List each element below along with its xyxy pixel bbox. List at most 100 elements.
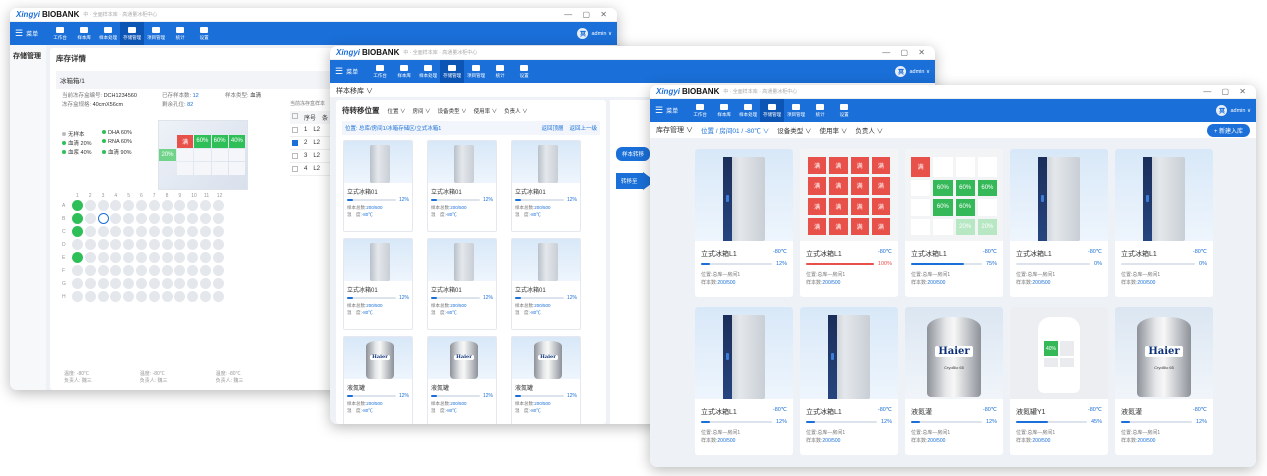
well[interactable] — [174, 239, 186, 250]
well[interactable] — [72, 265, 83, 276]
device-card[interactable]: 立式冰箱L1 -80℃ 0% 位置:总库—房间1 样本数:200/500 — [1010, 149, 1108, 297]
well[interactable] — [136, 200, 147, 211]
device-card[interactable]: Haier CryoBio 65 液氮灌 -80℃ 12% 位置:总库—房间1 样本数:20… — [1115, 307, 1213, 455]
nav-item-4[interactable]: 项目管理 — [784, 99, 808, 122]
filter-dropdown[interactable]: 使用率 ∨ — [820, 125, 848, 135]
shelf-cell[interactable] — [933, 157, 953, 177]
well[interactable] — [200, 226, 211, 237]
device-card[interactable]: Haier CryoBio 65 液氮灌 -80℃ 12% 位置:总库—房间1 样本数:20… — [905, 307, 1003, 455]
well[interactable] — [97, 291, 109, 302]
shelf-cell[interactable] — [977, 157, 997, 177]
well[interactable] — [148, 265, 160, 276]
shelf-cell[interactable]: 60% — [955, 179, 975, 196]
well[interactable] — [110, 200, 122, 211]
shelf-cell-full[interactable]: 满 — [850, 197, 869, 215]
well[interactable] — [110, 265, 122, 276]
filter-dropdown[interactable]: 设备类型 ∨ — [438, 107, 467, 115]
user-menu[interactable]: 冥 admin ∨ — [577, 28, 612, 39]
well[interactable] — [97, 265, 109, 276]
shelf-cell-full[interactable]: 满 — [808, 217, 827, 235]
shelf-cell[interactable] — [977, 199, 997, 216]
box-cell-filled[interactable]: 满 — [177, 135, 194, 148]
well[interactable] — [212, 200, 224, 211]
window-controls[interactable]: — ▢ ✕ — [564, 10, 611, 19]
device-card[interactable]: 立式冰箱L1 -80℃ 12% 位置:总库—房间1 样本数:200/500 — [695, 307, 793, 455]
shelf-cell-full[interactable]: 满 — [850, 177, 869, 195]
well[interactable] — [123, 239, 135, 250]
back-up-link[interactable]: 返回上一级 — [569, 126, 597, 132]
bottle-cell[interactable]: 40% — [1044, 341, 1058, 356]
well[interactable] — [84, 200, 96, 211]
menu-button[interactable]: ☰ 菜单 — [655, 105, 678, 116]
well[interactable] — [161, 291, 173, 302]
box-cell[interactable] — [228, 162, 245, 175]
shelf-cell-full[interactable]: 满 — [850, 157, 869, 175]
well[interactable] — [84, 291, 96, 302]
sidebar-item-storage[interactable]: 存储管理 — [10, 45, 46, 67]
bottle-cell[interactable] — [1060, 358, 1074, 367]
shelf-cell[interactable]: 20% — [977, 218, 997, 235]
shelf-cell[interactable] — [955, 157, 975, 177]
device-card[interactable]: Haier 液氮罐 12% 样本总数:200/500 温 度:-80℃ — [427, 336, 497, 424]
well[interactable] — [136, 265, 147, 276]
nav-item-2[interactable]: 样本处理 — [416, 60, 440, 83]
nav-item-3[interactable]: 存储管理 — [120, 22, 145, 45]
new-stock-button[interactable]: + 新建入库 — [1206, 123, 1250, 137]
well[interactable] — [97, 200, 109, 211]
well[interactable] — [200, 200, 211, 211]
nav-item-0[interactable]: 工作台 — [48, 22, 72, 45]
window-controls[interactable]: — ▢ ✕ — [882, 48, 929, 57]
nav-item-0[interactable]: 工作台 — [368, 60, 392, 83]
nav-item-4[interactable]: 项目管理 — [464, 60, 488, 83]
well[interactable] — [187, 200, 199, 211]
well[interactable] — [174, 200, 186, 211]
well[interactable] — [123, 213, 135, 224]
nav-item-4[interactable]: 项目管理 — [144, 22, 168, 45]
well[interactable] — [187, 226, 199, 237]
shelf-cell[interactable]: 60% — [955, 199, 975, 216]
well[interactable] — [148, 278, 160, 289]
box-cell[interactable] — [228, 148, 245, 162]
filter-dropdown[interactable]: 使用率 ∨ — [474, 107, 498, 115]
well[interactable] — [161, 265, 173, 276]
checkbox[interactable] — [292, 140, 298, 146]
nav-item-1[interactable]: 样本库 — [392, 60, 416, 83]
well[interactable] — [187, 265, 199, 276]
well[interactable] — [72, 213, 83, 224]
checkbox[interactable] — [292, 113, 298, 119]
shelf-cell-full[interactable]: 满 — [808, 177, 827, 195]
well[interactable] — [72, 200, 83, 211]
well[interactable] — [161, 278, 173, 289]
well[interactable] — [97, 213, 109, 224]
well[interactable] — [161, 252, 173, 263]
shelf-cell[interactable] — [911, 218, 931, 235]
device-card[interactable]: 立式冰箱L1 -80℃ 12% 位置:总库—房间1 样本数:200/500 — [695, 149, 793, 297]
well[interactable] — [148, 200, 160, 211]
well[interactable] — [200, 265, 211, 276]
well[interactable] — [200, 213, 211, 224]
well[interactable] — [123, 291, 135, 302]
shelf-cell-full[interactable]: 满 — [829, 217, 848, 235]
well[interactable] — [72, 291, 83, 302]
well[interactable] — [148, 213, 160, 224]
well[interactable] — [174, 291, 186, 302]
device-card[interactable]: 立式冰箱L1 -80℃ 12% 位置:总库—房间1 样本数:200/500 — [800, 307, 898, 455]
well[interactable] — [72, 226, 83, 237]
shelf-cell[interactable]: 60% — [933, 179, 953, 196]
device-card[interactable]: 立式冰箱L1 -80℃ 0% 位置:总库—房间1 样本数:200/500 — [1115, 149, 1213, 297]
box-cell-filled[interactable]: 60% — [211, 135, 228, 148]
well[interactable] — [200, 252, 211, 263]
well[interactable] — [174, 252, 186, 263]
well[interactable] — [187, 239, 199, 250]
well[interactable] — [84, 265, 96, 276]
well[interactable] — [110, 239, 122, 250]
shelf-cell[interactable] — [933, 218, 953, 235]
shelf-cell-full[interactable]: 满 — [871, 197, 890, 215]
box-cell[interactable] — [211, 148, 228, 162]
device-card[interactable]: 立式冰箱01 12% 样本总数:200/500 温 度:-80℃ — [511, 238, 581, 330]
checkbox[interactable] — [292, 153, 298, 159]
well[interactable] — [110, 213, 122, 224]
well[interactable] — [84, 213, 96, 224]
device-card[interactable]: 立式冰箱01 12% 样本总数:200/500 温 度:-80℃ — [511, 140, 581, 232]
well[interactable] — [174, 265, 186, 276]
